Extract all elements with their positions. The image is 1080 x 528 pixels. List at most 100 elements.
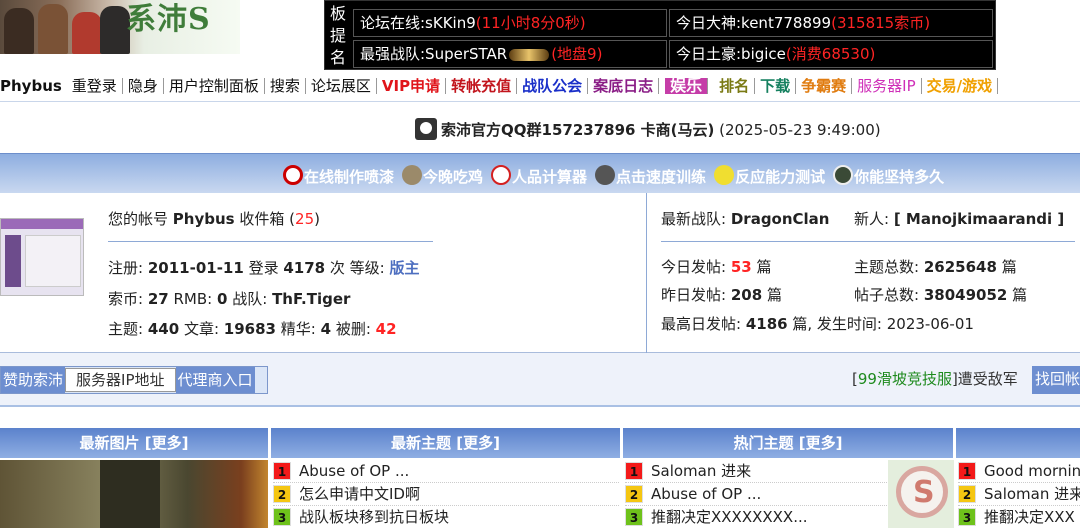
tool-link[interactable]: 人品计算器 [491,165,587,187]
main-nav-bar: Phybus 重登录 隐身 用户控制面板 搜索 论坛展区 VIP申请 转帐充值 战队公会 案底日志… [0,70,1080,102]
list-item[interactable]: 2 Abuse of OP ... [625,483,887,506]
latest-topics-header[interactable]: 最新主题 [更多] [271,428,620,458]
team-name[interactable]: ThF.Tiger [272,290,350,308]
rank-badge: 2 [273,485,291,503]
top-spender-cell[interactable]: 今日土豪:bigice(消费68530) [669,40,993,68]
rmb-value: 0 [217,290,228,308]
tool-link[interactable]: 今晚吃鸡 [402,165,483,187]
newbie-name[interactable]: [ Manojkimaarandi ] [894,210,1064,228]
list-item[interactable]: 1 Good mornin [958,460,1080,483]
unit: 篇 [756,258,772,276]
list-item[interactable]: 2 怎么申请中文ID啊 [273,483,619,506]
today-count: 53 [730,258,752,276]
total-topics-label: 主题总数: [854,258,920,276]
nav-item[interactable]: 争霸赛 [796,78,853,94]
tool-icon [491,165,512,185]
sponsor-button[interactable]: 赞助索沛 [1,367,66,393]
tool-icon [833,165,854,185]
list-item[interactable]: 1 Saloman 进来 [625,460,887,483]
topic-title[interactable]: 怎么申请中文ID啊 [299,485,420,503]
nav-item[interactable]: Phybus [0,78,67,94]
rank-badge: 1 [958,462,976,480]
nav-item[interactable]: 战队公会 [517,78,589,94]
tool-icon [283,165,303,185]
nav-item[interactable]: 转帐充值 [446,78,518,94]
list-item[interactable]: 2 Saloman 进来 [958,483,1080,506]
list-item[interactable]: 3 战队板块移到抗日板块 [273,506,619,528]
nav-item[interactable]: VIP申请 [377,78,447,94]
topic-title[interactable]: Saloman 进来 [651,462,751,480]
tool-link[interactable]: 你能坚持多久 [833,165,944,187]
ad-link[interactable]: 99滑坡竞技服 [858,370,952,388]
daily-god-cell[interactable]: 今日大神:kent778899(315815索币) [669,9,993,37]
articles-count: 19683 [223,320,276,338]
team-label: 战队: [232,290,268,308]
online-leader-cell[interactable]: 论坛在线:sKKin9(11小时8分0秒) [353,9,667,37]
topic-title[interactable]: 推翻决定XXXXXXXX... [651,508,808,526]
list-item[interactable]: 1 Abuse of OP ... [273,460,619,483]
topic-title[interactable]: Abuse of OP ... [651,485,761,503]
recover-account-button[interactable]: 找回帐 [1032,366,1080,394]
account-name[interactable]: Phybus [173,210,235,228]
inbox-label[interactable]: 收件箱 [239,210,284,228]
logo-ring [896,466,948,518]
nav-item[interactable]: 论坛展区 [306,78,377,94]
latest-clan-name[interactable]: DragonClan [731,210,830,228]
latest-picture[interactable] [0,460,268,528]
coins-value: 27 [147,290,169,308]
nav-item[interactable]: 下载 [755,78,797,94]
register-date: 2011-01-11 [147,259,244,277]
latest-pics-header[interactable]: 最新图片 [更多] [0,428,268,458]
nav-item[interactable]: 服务器IP [852,78,922,94]
total-posts: 帖子总数: 38049052 篇 [854,284,1027,305]
banner-figure [72,12,102,54]
latest-clan: 最新战队: DragonClan [661,208,830,229]
yesterday-label: 昨日发帖: [661,286,727,304]
topic-title[interactable]: 推翻决定XXX [984,508,1075,526]
total-posts-label: 帖子总数: [854,286,920,304]
peak-time-label: 篇, 发生时间: [792,315,882,333]
list-item[interactable]: 3 推翻决定XXXXXXXX... [625,506,887,528]
deleted-label: 被删: [335,320,371,338]
tool-link[interactable]: 点击速度训练 [595,165,706,187]
tool-link[interactable]: 反应能力测试 [714,165,825,187]
nav-item[interactable]: 娱乐 [665,78,709,94]
list-item[interactable]: 3 推翻决定XXX [958,506,1080,528]
nav-item[interactable]: 排名 [714,78,756,94]
online-leader: 论坛在线:sKKin9 [360,14,476,32]
nav-item[interactable]: 搜索 [265,78,306,94]
hot-topics-header[interactable]: 热门主题 [更多] [623,428,953,458]
site-banner-image[interactable]: 系沛S [0,0,240,54]
tools-links: 在线制作喷漆 今晚吃鸡 人品计算器 点击速度训练 反应能力测试 你能坚持多久 [283,165,952,187]
total-topics-count: 2625648 [923,258,997,276]
nav-item[interactable]: 隐身 [123,78,164,94]
inbox-count[interactable]: 25 [295,210,314,228]
server-ip-button[interactable]: 服务器IP地址 [65,368,176,392]
nav-item[interactable]: 交易/游戏 [922,78,999,94]
topic-title[interactable]: Saloman 进来 [984,485,1080,503]
tool-link[interactable]: 在线制作喷漆 [283,165,394,187]
tool-link-label: 在线制作喷漆 [304,168,395,186]
hot-topics-list: 1 Saloman 进来 2 Abuse of OP ... 3 推翻决定XXXXXXXX… [625,460,887,528]
topic-title[interactable]: 战队板块移到抗日板块 [299,508,449,526]
avatar[interactable] [0,218,84,296]
agent-button[interactable]: 代理商入口 [175,367,255,393]
user-level: 版主 [389,259,420,277]
yesterday-count: 208 [730,286,763,304]
today-posts: 今日发帖: 53 篇 [661,256,772,277]
rank-badge: 3 [273,508,291,526]
essence-label: 精华: [280,320,316,338]
topic-title[interactable]: Abuse of OP ... [299,462,409,480]
nav-item[interactable]: 重登录 [67,78,123,94]
register-label: 注册: [108,259,144,277]
coins-line: 索币: 27 RMB: 0 战队: ThF.Tiger [108,288,350,309]
tool-link-label: 点击速度训练 [616,168,707,186]
strongest-clan-cell[interactable]: 最强战队:SuperSTAR (地盘9) [353,40,667,68]
rank-badge: 1 [625,462,643,480]
leaderboard-label: 板 提 名 [325,1,351,71]
nav-item[interactable]: 用户控制面板 [164,78,265,94]
unit: 篇 [1001,258,1017,276]
qq-group-text[interactable]: 索沛官方QQ群157237896 卡商(马云) [441,121,714,139]
nav-item[interactable]: 案底日志 [588,78,660,94]
topic-title[interactable]: Good mornin [984,462,1080,480]
